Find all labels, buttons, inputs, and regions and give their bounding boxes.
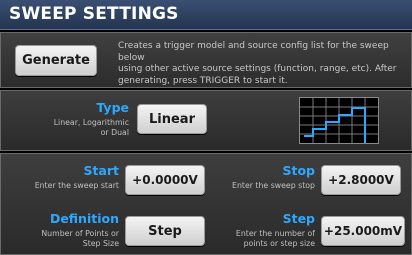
description-line: using other active source settings (func…	[118, 64, 397, 74]
stop-label: Stop	[282, 163, 315, 178]
linear-sweep-icon	[300, 98, 378, 143]
step-subtitle-line: points or step size	[243, 238, 315, 248]
generate-button[interactable]: Generate	[15, 45, 97, 76]
title-bar: SWEEP SETTINGS	[0, 0, 412, 30]
type-panel: Type Linear, Logarithmic or Dual Linear	[0, 90, 412, 151]
step-subtitle: Enter the number of points or step size	[197, 229, 315, 248]
description-line: Creates a trigger model and source confi…	[118, 41, 389, 63]
type-subtitle: Linear, Logarithmic or Dual	[11, 118, 129, 137]
start-value-button[interactable]: +0.0000V	[125, 165, 205, 195]
generate-description: Creates a trigger model and source confi…	[118, 41, 404, 87]
description-line: generating, press TRIGGER to start it.	[118, 75, 288, 86]
step-subtitle-line: Enter the number of	[235, 229, 315, 238]
start-subtitle: Enter the sweep start	[34, 181, 119, 190]
definition-subtitle-line: Step Size	[82, 238, 119, 248]
generate-panel: Generate Creates a trigger model and sou…	[0, 32, 412, 88]
sweep-graph	[299, 97, 379, 144]
definition-subtitle-line: Number of Points or	[41, 229, 119, 238]
type-subtitle-line: Linear, Logarithmic	[53, 118, 129, 127]
stop-value-button[interactable]: +2.8000V	[321, 165, 401, 195]
definition-button[interactable]: Step	[125, 216, 205, 246]
page-title: SWEEP SETTINGS	[9, 4, 179, 24]
type-subtitle-line: or Dual	[100, 127, 129, 137]
sweep-parameters-panel: Start Enter the sweep start +0.0000V Sto…	[0, 153, 412, 255]
type-button[interactable]: Linear	[137, 104, 207, 134]
step-label: Step	[282, 211, 315, 226]
step-value-button[interactable]: +25.000mV	[321, 216, 405, 246]
stop-subtitle: Enter the sweep stop	[232, 181, 315, 190]
definition-label: Definition	[49, 211, 119, 226]
start-label: Start	[83, 163, 119, 178]
type-label: Type	[96, 100, 129, 115]
definition-subtitle: Number of Points or Step Size	[1, 229, 119, 248]
